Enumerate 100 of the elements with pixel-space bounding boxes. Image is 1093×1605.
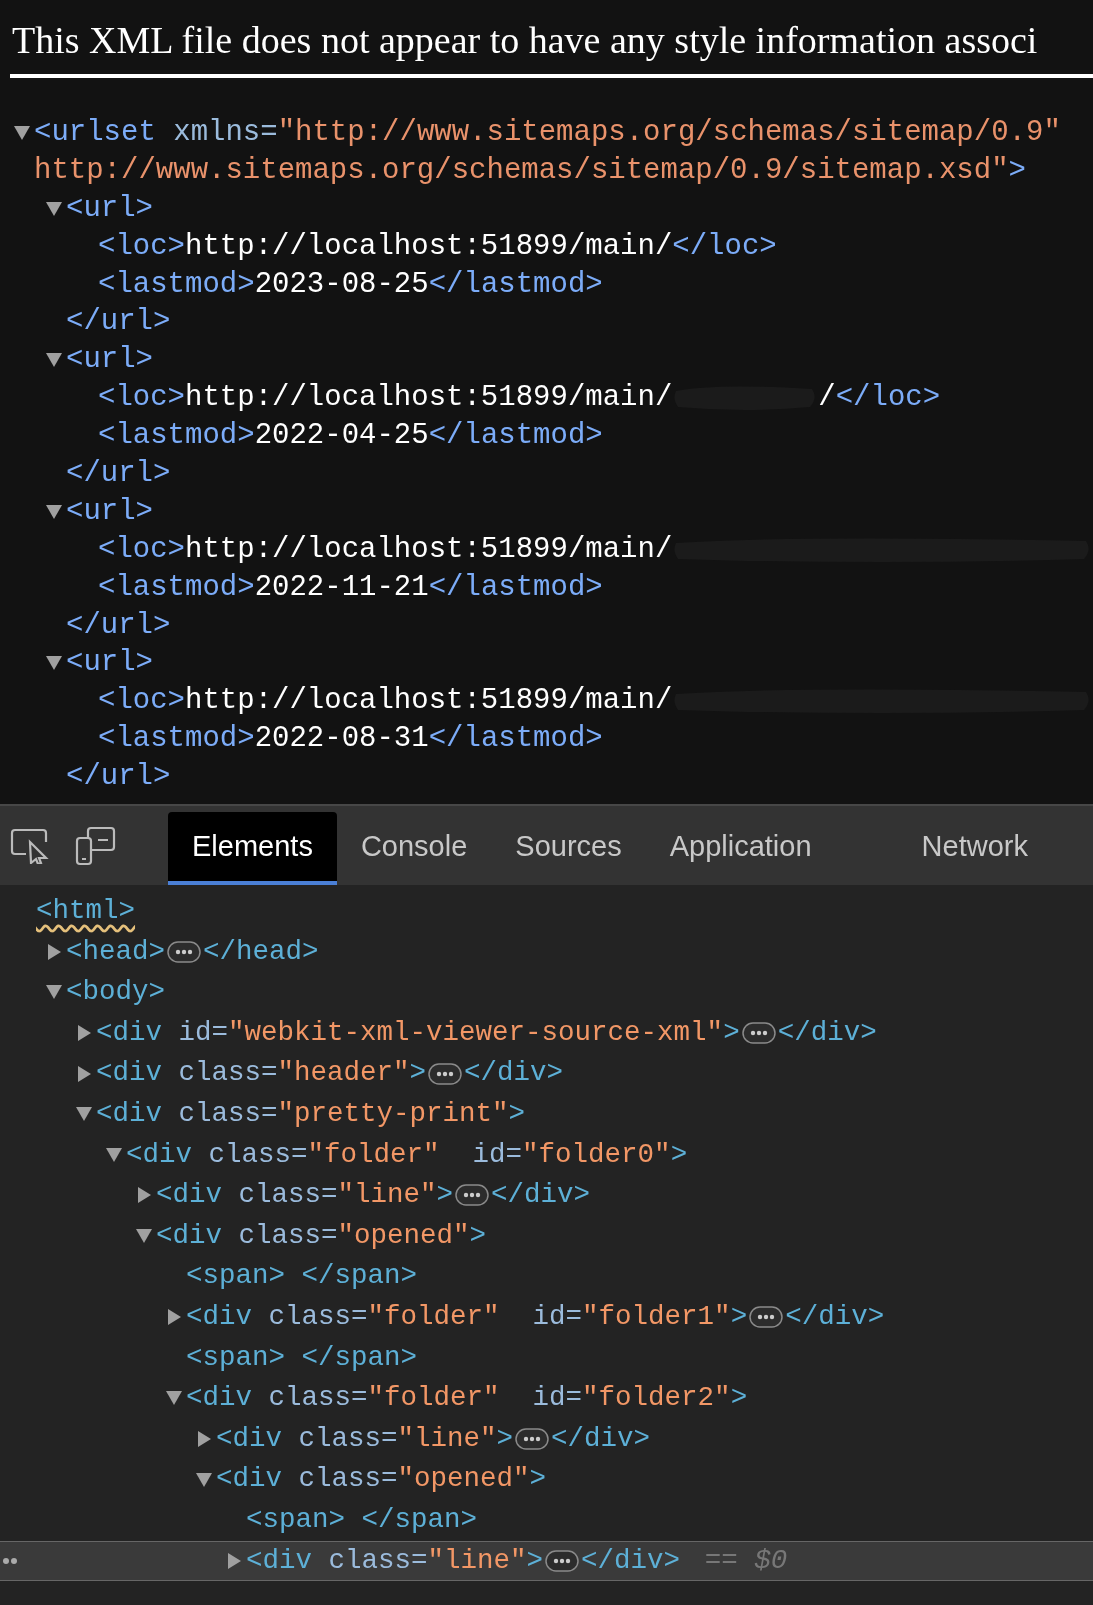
element-text: http://localhost:51899/main/ — [185, 228, 673, 265]
collapse-triangle-icon[interactable] — [13, 123, 31, 142]
ellipsis-button-icon[interactable] — [515, 1428, 550, 1450]
ellipsis-button-icon[interactable] — [749, 1306, 784, 1329]
attribute-value: "opened" — [397, 1462, 530, 1497]
tag-text: </div> — [551, 1421, 651, 1456]
tag-text: <lastmod> — [98, 266, 255, 303]
selected-tree-row[interactable]: <div class="line"> </div> == $0 — [0, 1540, 1093, 1582]
tag-text: <lastmod> — [98, 721, 255, 758]
attribute-text: class= — [177, 1096, 278, 1131]
tag-text: > — [1008, 152, 1026, 189]
devtools-tab[interactable]: Application — [645, 812, 836, 885]
tag-text: > — [526, 1543, 544, 1578]
tag-text: <span> </span> — [186, 1340, 418, 1375]
tag-text: <url> — [66, 190, 153, 227]
attribute-value: "webkit-xml-viewer-source-xml" — [228, 1015, 724, 1050]
element-text: http://localhost:51899/main/ — [185, 531, 673, 568]
tag-text: </div> — [464, 1056, 564, 1091]
attribute-text: class= — [327, 1543, 428, 1578]
tag-text: <div — [186, 1381, 252, 1416]
attribute-text: class= — [297, 1462, 398, 1497]
devtools-tab[interactable]: Sources — [491, 812, 646, 885]
devtools-tab[interactable]: Console — [336, 812, 492, 885]
expand-triangle-icon[interactable] — [75, 1064, 93, 1083]
attribute-text: id= — [177, 1015, 229, 1050]
devtools-tab[interactable]: Network — [897, 812, 1052, 885]
attribute-text: id= — [531, 1381, 583, 1416]
tag-text: <html> — [36, 894, 136, 928]
collapse-triangle-icon[interactable] — [195, 1470, 213, 1489]
tag-text: </lastmod> — [428, 721, 603, 758]
tag-text: </url> — [66, 304, 171, 341]
element-text: 2022-04-25 — [254, 418, 429, 455]
expand-triangle-icon[interactable] — [165, 1308, 183, 1327]
attribute-value: "header" — [277, 1056, 410, 1091]
ellipsis-button-icon[interactable] — [167, 940, 202, 963]
element-text: http://localhost:51899/main/ — [185, 683, 673, 720]
ellipsis-button-icon[interactable] — [428, 1062, 463, 1085]
tag-text: <div — [126, 1137, 192, 1172]
tag-text: <div — [216, 1421, 282, 1456]
tag-text: <div — [216, 1462, 282, 1497]
devtools-tab[interactable]: Elements — [168, 812, 337, 885]
attribute-value: "folder2" — [582, 1381, 731, 1416]
tag-text: </loc> — [672, 228, 777, 265]
drag-handle-icon[interactable] — [2, 1556, 18, 1565]
tag-text: > — [730, 1381, 748, 1416]
element-text: http://localhost:51899/main/ — [185, 380, 673, 417]
tag-text: <url> — [66, 342, 153, 379]
attribute-text: class= — [297, 1421, 398, 1456]
ellipsis-button-icon[interactable] — [455, 1184, 490, 1207]
phone-and-tablet-icon — [74, 825, 116, 866]
tag-text: <loc> — [98, 683, 185, 720]
attribute-value: "folder0" — [522, 1137, 671, 1172]
ellipsis-button-icon[interactable] — [545, 1549, 580, 1572]
collapse-triangle-icon[interactable] — [45, 502, 63, 521]
tag-text: <div — [156, 1218, 222, 1253]
tag-text: > — [409, 1056, 427, 1091]
attribute-text: class= — [237, 1218, 338, 1253]
attribute-value: "folder" — [367, 1299, 500, 1334]
expand-triangle-icon[interactable] — [225, 1551, 243, 1570]
expand-triangle-icon[interactable] — [195, 1430, 213, 1448]
tag-text: </div> — [777, 1015, 877, 1050]
attribute-value: "pretty-print" — [277, 1096, 509, 1131]
tag-text: <url> — [66, 493, 153, 530]
element-text: 2023-08-25 — [254, 266, 429, 303]
selected-node-marker: == $0 — [703, 1543, 788, 1578]
attribute-text: id= — [471, 1137, 523, 1172]
tag-text: <urlset — [34, 115, 156, 151]
tag-text: <span> </span> — [246, 1502, 478, 1537]
attribute-value: "http://www.sitemaps.org/schemas/sitemap/0.9" — [277, 115, 1061, 151]
attribute-text: class= — [267, 1381, 368, 1416]
tag-text: </div> — [785, 1299, 885, 1334]
ellipsis-button-icon[interactable] — [741, 1022, 776, 1045]
tag-text: <body> — [66, 975, 166, 1010]
expand-triangle-icon[interactable] — [135, 1186, 153, 1205]
attribute-value: "line" — [397, 1421, 497, 1456]
expand-triangle-icon[interactable] — [45, 942, 63, 961]
attribute-text: class= — [207, 1137, 308, 1172]
expand-triangle-icon[interactable] — [75, 1024, 93, 1043]
attribute-text: class= — [267, 1299, 368, 1334]
attribute-text: class= — [177, 1056, 278, 1091]
collapse-triangle-icon[interactable] — [105, 1145, 123, 1164]
tag-text: </lastmod> — [428, 266, 603, 303]
attribute-value: "folder1" — [582, 1299, 731, 1334]
attribute-text: id= — [531, 1299, 583, 1334]
tag-text: <loc> — [98, 531, 185, 568]
tag-text: </url> — [66, 456, 171, 492]
tag-text: > — [496, 1421, 514, 1456]
attribute-value: http://www.sitemaps.org/schemas/sitemap/0.9/sitemap.xsd" — [34, 152, 1009, 189]
tag-text: <loc> — [98, 380, 185, 417]
tag-text: </div> — [581, 1543, 681, 1578]
tag-text: </url> — [66, 759, 171, 796]
tag-text: <div — [156, 1178, 222, 1213]
collapse-triangle-icon[interactable] — [45, 199, 63, 218]
attribute-value: "folder" — [307, 1137, 440, 1172]
tag-text: <lastmod> — [98, 418, 255, 455]
attribute-value: "line" — [337, 1178, 437, 1213]
element-text: 2022-08-31 — [254, 721, 429, 758]
attribute-text: xmlns= — [172, 115, 278, 151]
tag-text: > — [670, 1137, 688, 1172]
tag-text: <div — [96, 1015, 162, 1050]
